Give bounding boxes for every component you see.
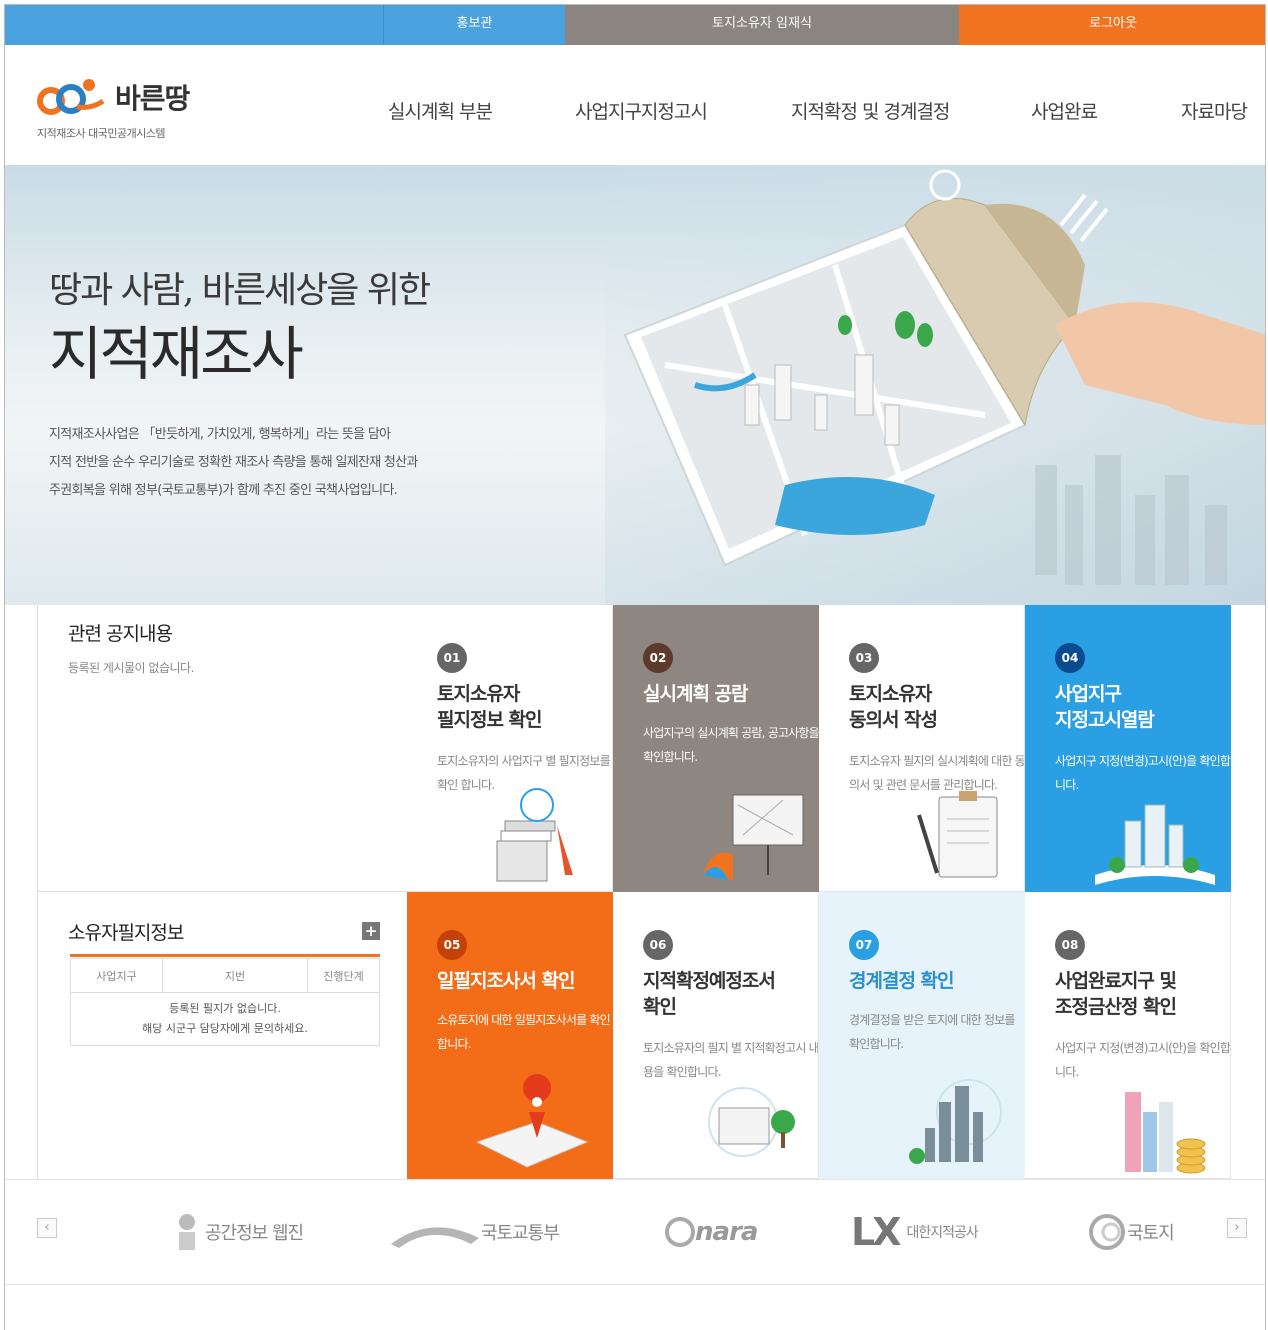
- column-header: 지번: [162, 958, 308, 993]
- partners-prev-button[interactable]: ‹: [37, 1218, 57, 1238]
- lx-logo-icon: LX: [851, 1210, 901, 1254]
- spatial-webzine-logo-icon: [179, 1214, 195, 1250]
- partner-label: 대한지적공사: [906, 1225, 979, 1241]
- tile-03-consent-form[interactable]: 03 토지소유자 동의서 작성 토지소유자 필지의 실시계획에 대한 동의서 및…: [819, 605, 1025, 892]
- map-easel-icon: [703, 794, 804, 880]
- page-frame: 홍보관 토지소유자 임재식 로그아웃 바른땅 지적재조사 대국민공개시스템 실시…: [4, 4, 1266, 1330]
- partner-kukto[interactable]: 국토지: [1087, 1210, 1175, 1254]
- tile-title: 실시계획 공람: [643, 683, 748, 705]
- nav-cadastral-confirmation[interactable]: 지적확정 및 경계결정: [791, 97, 950, 124]
- molit-logo-icon: [391, 1227, 479, 1248]
- tile-title: 사업완료지구 및 조정금산정 확인: [1055, 970, 1177, 1018]
- tile-04-district-notice[interactable]: 04 사업지구 지정고시열람 사업지구 지정(변경)고시(안)을 확인합니다.: [1025, 605, 1231, 892]
- partner-label: 국토지: [1127, 1223, 1175, 1244]
- hero-title-line2: 지적재조사: [49, 320, 304, 388]
- partner-molit[interactable]: 국토교통부: [391, 1210, 560, 1254]
- site-logo[interactable]: 바른땅 지적재조사 대국민공개시스템: [37, 75, 237, 145]
- owner-parcel-table: 사업지구 지번 진행단계 등록된 필지가 없습니다. 해당 시군구 담당자에게 …: [70, 958, 380, 1046]
- documents-icon: [496, 788, 573, 882]
- hero-title-line1: 땅과 사람, 바른세상을 위한: [49, 270, 431, 311]
- nav-project-completion[interactable]: 사업완료: [1031, 97, 1098, 124]
- owner-parcel-panel: 소유자필지정보 + 사업지구 지번 진행단계 등록된 필지가 없습니다. 해당 …: [37, 892, 407, 1179]
- notice-panel: 관련 공지내용 등록된 게시물이 없습니다.: [37, 605, 407, 892]
- step-number-badge: 04: [1055, 643, 1085, 673]
- nara-logo-icon: [665, 1217, 695, 1247]
- tile-02-plan-inspection[interactable]: 02 실시계획 공람 사업지구의 실시계획 공람, 공고사항을 확인합니다.: [613, 605, 819, 892]
- step-number-badge: 03: [849, 643, 879, 673]
- clipboard-icon: [917, 791, 998, 878]
- logo-mark-icon: [37, 79, 105, 115]
- partner-label: nara: [695, 1217, 758, 1247]
- tile-description: 사업지구의 실시계획 공람, 공고사항을 확인합니다.: [643, 726, 819, 764]
- step-number-badge: 01: [437, 643, 467, 673]
- tile-title: 일필지조사서 확인: [437, 970, 575, 992]
- column-header: 진행단계: [307, 958, 380, 993]
- notice-title[interactable]: 관련 공지내용: [68, 619, 173, 646]
- tile-title: 사업지구 지정고시열람: [1055, 683, 1155, 731]
- nav-district-designation[interactable]: 사업지구지정고시: [575, 97, 708, 124]
- partners-next-button[interactable]: ›: [1227, 1218, 1247, 1238]
- tablet-map-illustration: [605, 165, 1265, 605]
- partner-logo-bar: ‹ 공간정보 웹진 국토교통부 nara LX 대한지적공사 국토지 ›: [5, 1179, 1265, 1285]
- tile-08-completion-adjustment[interactable]: 08 사업완료지구 및 조정금산정 확인 사업지구 지정(변경)고시(안)을 확…: [1025, 892, 1231, 1179]
- partner-nara[interactable]: nara: [665, 1210, 758, 1254]
- kukto-logo-icon: [1089, 1214, 1125, 1250]
- book-city-icon: [1095, 804, 1215, 885]
- map-tree-icon: [708, 1087, 795, 1157]
- hero-desc-line: 지적 전반을 순수 우리기술로 정확한 재조사 측량을 통해 일제잔재 청산과: [49, 455, 418, 470]
- step-number-badge: 05: [437, 930, 467, 960]
- step-number-badge: 07: [849, 930, 879, 960]
- tile-07-boundary-decision[interactable]: 07 경계결정 확인 경계결정을 받은 토지에 대한 정보를 확인합니다.: [819, 892, 1025, 1179]
- notice-empty-message: 등록된 게시물이 없습니다.: [68, 661, 194, 675]
- tile-description: 경계결정을 받은 토지에 대한 정보를 확인합니다.: [849, 1013, 1015, 1051]
- orange-divider: [70, 954, 380, 957]
- hero-description: 지적재조사사업은 「반듯하게, 가치있게, 행복하게」라는 뜻을 담아 지적 전…: [49, 421, 418, 505]
- hero-desc-line: 주권회복을 위해 정부(국토교통부)가 함께 추진 중인 국책사업입니다.: [49, 483, 398, 498]
- tile-01-parcel-info[interactable]: 01 토지소유자 필지정보 확인 토지소유자의 사업지구 별 필지정보를 확인 …: [407, 605, 613, 892]
- logo-subtitle: 지적재조사 대국민공개시스템: [37, 127, 166, 140]
- coins-chart-icon: [1125, 1092, 1206, 1174]
- nav-resources[interactable]: 자료마당: [1181, 97, 1248, 124]
- site-header: 바른땅 지적재조사 대국민공개시스템 실시계획 부분 사업지구지정고시 지적확정…: [5, 45, 1265, 165]
- logo-name: 바른땅: [115, 82, 190, 115]
- hero-desc-line: 지적재조사사업은 「반듯하게, 가치있게, 행복하게」라는 뜻을 담아: [49, 427, 391, 442]
- hero-banner: 땅과 사람, 바른세상을 위한 지적재조사 지적재조사사업은 「반듯하게, 가치…: [5, 165, 1265, 605]
- user-name-label: 토지소유자 임재식: [565, 5, 959, 45]
- empty-line: 해당 시군구 담당자에게 문의하세요.: [142, 1022, 308, 1035]
- owner-parcel-title: 소유자필지정보: [68, 922, 184, 944]
- tile-06-cadastral-schedule[interactable]: 06 지적확정예정조서 확인 토지소유자의 필지 별 지적확정고시 내용을 확인…: [613, 892, 819, 1179]
- column-header: 사업지구: [70, 958, 163, 993]
- step-number-badge: 02: [643, 643, 673, 673]
- top-utility-bar: 홍보관 토지소유자 임재식 로그아웃: [5, 5, 1265, 45]
- partner-label: 공간정보 웹진: [205, 1223, 304, 1244]
- more-plus-icon[interactable]: +: [362, 922, 380, 940]
- table-empty-row: 등록된 필지가 없습니다. 해당 시군구 담당자에게 문의하세요.: [70, 992, 380, 1046]
- nav-implementation-plan[interactable]: 실시계획 부분: [388, 97, 493, 124]
- partner-spatial-webzine[interactable]: 공간정보 웹진: [173, 1210, 304, 1254]
- partner-lx[interactable]: LX 대한지적공사: [851, 1210, 979, 1254]
- tile-title: 토지소유자 필지정보 확인: [437, 683, 542, 731]
- step-number-badge: 06: [643, 930, 673, 960]
- logout-button[interactable]: 로그아웃: [959, 5, 1265, 45]
- tile-title: 경계결정 확인: [849, 970, 954, 992]
- tile-title: 지적확정예정조서 확인: [643, 970, 776, 1018]
- step-number-badge: 08: [1055, 930, 1085, 960]
- empty-line: 등록된 필지가 없습니다.: [169, 1002, 281, 1015]
- tile-description: 소유토지에 대한 일필지조사서를 확인합니다.: [437, 1013, 611, 1051]
- partner-label: 국토교통부: [481, 1223, 560, 1244]
- tile-05-parcel-survey[interactable]: 05 일필지조사서 확인 소유토지에 대한 일필지조사서를 확인합니다.: [407, 892, 613, 1179]
- promo-hall-link[interactable]: 홍보관: [383, 5, 565, 45]
- map-pin-icon: [477, 1074, 589, 1168]
- tile-title: 토지소유자 동의서 작성: [849, 683, 938, 731]
- city-buildings-icon: [909, 1079, 1002, 1164]
